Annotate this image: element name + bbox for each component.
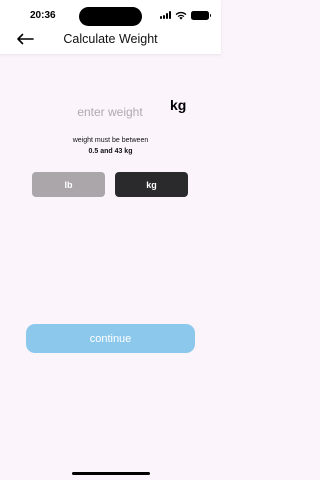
cellular-signal-icon [160, 11, 171, 19]
weight-range-hint: weight must be between [72, 137, 149, 144]
continue-button[interactable]: continue [26, 324, 195, 353]
page-title: Calculate Weight [63, 32, 158, 46]
weight-range-values: 0.5 and 43 kg [88, 148, 133, 155]
unit-label: kg [170, 97, 187, 113]
status-icons [160, 10, 211, 20]
dynamic-island [79, 7, 142, 26]
weight-input[interactable] [55, 101, 165, 123]
unit-kg-button[interactable]: kg [115, 172, 188, 197]
top-bar: 20:36 Calculate Weight [0, 0, 221, 54]
header: Calculate Weight [0, 28, 221, 54]
home-indicator [72, 472, 150, 475]
unit-lb-button[interactable]: lb [32, 172, 105, 197]
status-bar: 20:36 [0, 0, 221, 28]
battery-icon [191, 10, 211, 20]
wifi-icon [175, 11, 187, 20]
status-time: 20:36 [30, 10, 56, 21]
